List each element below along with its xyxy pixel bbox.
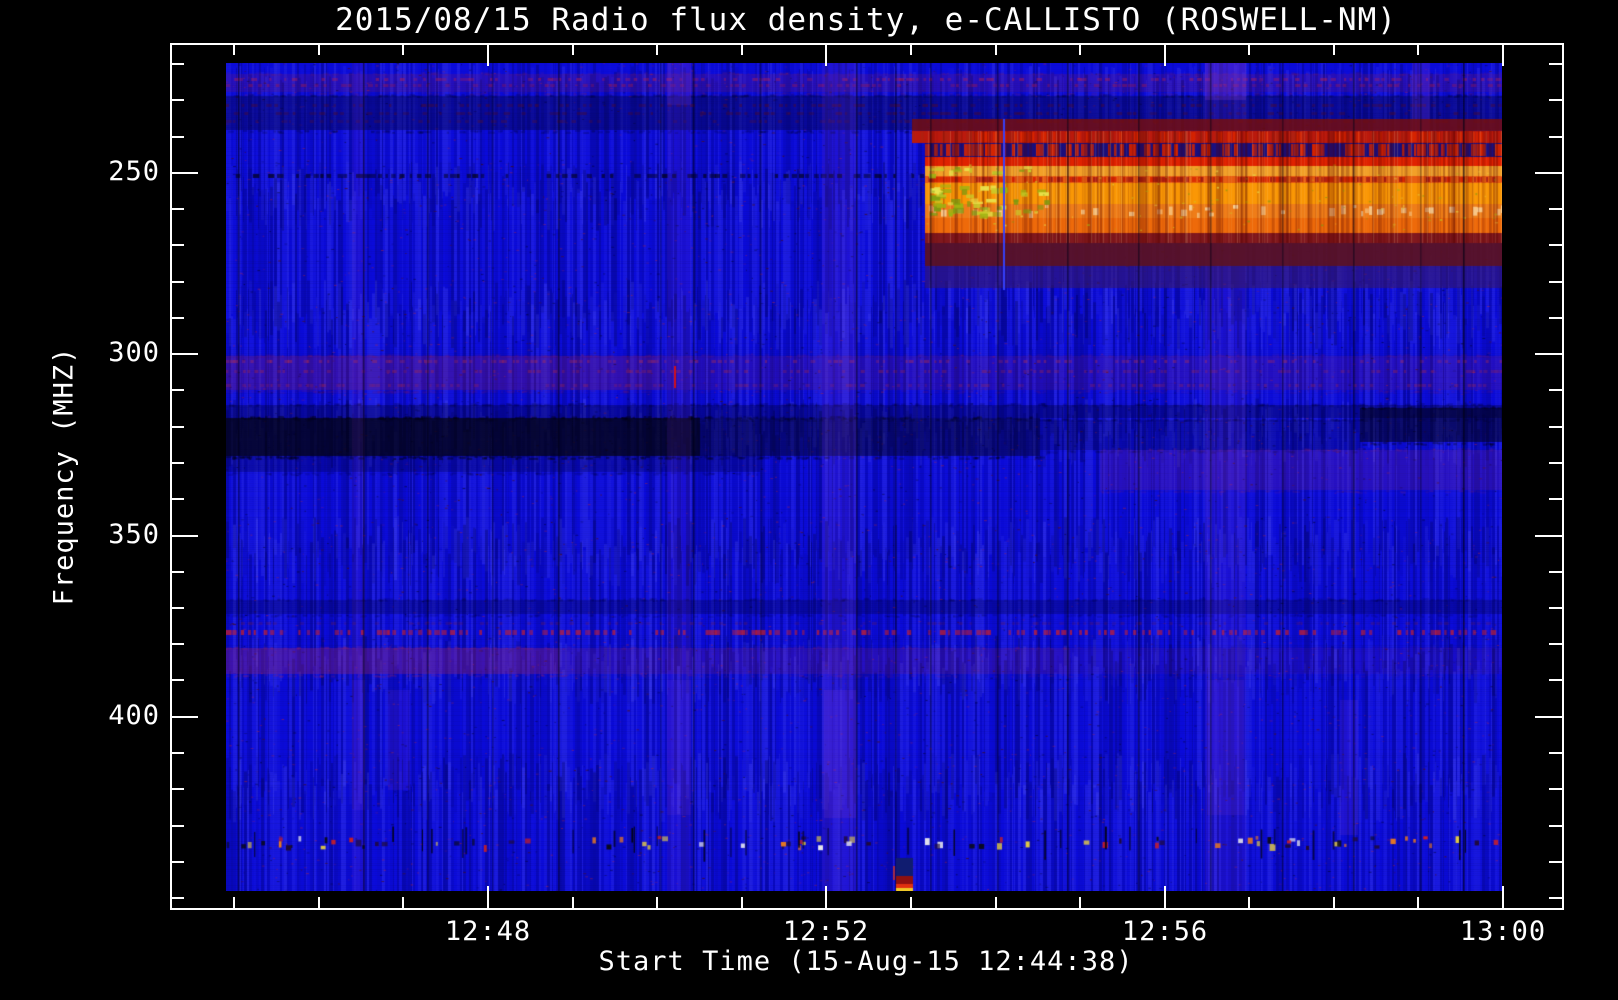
y-tick bbox=[171, 571, 184, 573]
x-tick bbox=[233, 44, 235, 55]
y-tick bbox=[171, 281, 184, 283]
y-tick bbox=[1549, 752, 1562, 754]
y-tick bbox=[171, 861, 184, 863]
x-tick bbox=[318, 44, 320, 55]
x-tick bbox=[487, 886, 489, 908]
x-tick-label: 12:56 bbox=[1121, 916, 1209, 947]
x-tick-label: 13:00 bbox=[1459, 916, 1547, 947]
y-tick bbox=[171, 752, 184, 754]
y-tick bbox=[171, 99, 184, 101]
y-tick bbox=[171, 244, 184, 246]
y-tick bbox=[171, 426, 184, 428]
x-tick bbox=[487, 44, 489, 66]
y-tick bbox=[1549, 244, 1562, 246]
y-tick bbox=[1549, 99, 1562, 101]
y-tick bbox=[1535, 172, 1562, 174]
y-tick-label: 300 bbox=[108, 337, 160, 368]
y-tick bbox=[1535, 535, 1562, 537]
x-tick bbox=[995, 44, 997, 55]
y-tick bbox=[1549, 897, 1562, 899]
y-tick-label: 400 bbox=[108, 700, 160, 731]
y-tick bbox=[1549, 498, 1562, 500]
y-tick bbox=[1549, 679, 1562, 681]
spectrogram-canvas bbox=[226, 63, 1502, 891]
y-tick bbox=[1549, 825, 1562, 827]
x-tick bbox=[1417, 44, 1419, 55]
y-tick bbox=[171, 679, 184, 681]
x-tick bbox=[741, 897, 743, 908]
x-tick bbox=[1079, 44, 1081, 55]
y-tick bbox=[171, 136, 184, 138]
y-tick bbox=[1549, 317, 1562, 319]
x-tick bbox=[402, 44, 404, 55]
x-tick bbox=[572, 44, 574, 55]
x-tick bbox=[318, 897, 320, 908]
y-tick bbox=[171, 317, 184, 319]
y-tick bbox=[1549, 571, 1562, 573]
y-tick bbox=[1549, 861, 1562, 863]
y-tick bbox=[1549, 208, 1562, 210]
y-tick-label: 250 bbox=[108, 156, 160, 187]
y-tick bbox=[171, 462, 184, 464]
y-tick bbox=[1549, 281, 1562, 283]
y-tick bbox=[171, 788, 184, 790]
y-tick bbox=[171, 607, 184, 609]
y-tick bbox=[1549, 607, 1562, 609]
x-tick bbox=[910, 44, 912, 55]
x-axis-title: Start Time (15-Aug-15 12:44:38) bbox=[598, 946, 1134, 977]
x-tick bbox=[1248, 897, 1250, 908]
y-tick bbox=[171, 897, 184, 899]
x-tick bbox=[1248, 44, 1250, 55]
y-tick bbox=[171, 825, 184, 827]
x-tick bbox=[995, 897, 997, 908]
x-tick bbox=[1502, 44, 1504, 66]
x-tick bbox=[910, 897, 912, 908]
x-tick bbox=[825, 44, 827, 66]
y-axis-title: Frequency (MHZ) bbox=[48, 346, 80, 606]
y-tick bbox=[1549, 788, 1562, 790]
x-tick bbox=[741, 44, 743, 55]
y-tick bbox=[171, 353, 198, 355]
x-tick-label: 12:48 bbox=[444, 916, 532, 947]
x-tick bbox=[656, 44, 658, 55]
x-tick bbox=[233, 897, 235, 908]
y-tick bbox=[171, 643, 184, 645]
y-tick bbox=[171, 498, 184, 500]
chart-title: 2015/08/15 Radio flux density, e-CALLIST… bbox=[335, 2, 1397, 38]
x-tick bbox=[1417, 897, 1419, 908]
x-tick bbox=[1502, 886, 1504, 908]
x-tick bbox=[1333, 897, 1335, 908]
y-tick bbox=[171, 208, 184, 210]
y-tick bbox=[1535, 353, 1562, 355]
y-tick bbox=[1549, 426, 1562, 428]
y-tick-label: 350 bbox=[108, 519, 160, 550]
x-tick bbox=[1164, 44, 1166, 66]
y-tick bbox=[1549, 643, 1562, 645]
y-tick bbox=[171, 389, 184, 391]
y-tick bbox=[171, 535, 198, 537]
x-tick bbox=[825, 886, 827, 908]
x-tick bbox=[1079, 897, 1081, 908]
x-tick-label: 12:52 bbox=[782, 916, 870, 947]
x-tick bbox=[572, 897, 574, 908]
y-tick bbox=[171, 63, 184, 65]
y-tick bbox=[1549, 63, 1562, 65]
y-tick bbox=[171, 172, 198, 174]
y-tick bbox=[1549, 136, 1562, 138]
x-tick bbox=[656, 897, 658, 908]
x-tick bbox=[1164, 886, 1166, 908]
y-tick bbox=[171, 716, 198, 718]
y-tick bbox=[1535, 716, 1562, 718]
x-tick bbox=[1333, 44, 1335, 55]
y-tick bbox=[1549, 462, 1562, 464]
x-tick bbox=[402, 897, 404, 908]
y-tick bbox=[1549, 389, 1562, 391]
spectrogram-figure: 2015/08/15 Radio flux density, e-CALLIST… bbox=[0, 0, 1618, 1000]
